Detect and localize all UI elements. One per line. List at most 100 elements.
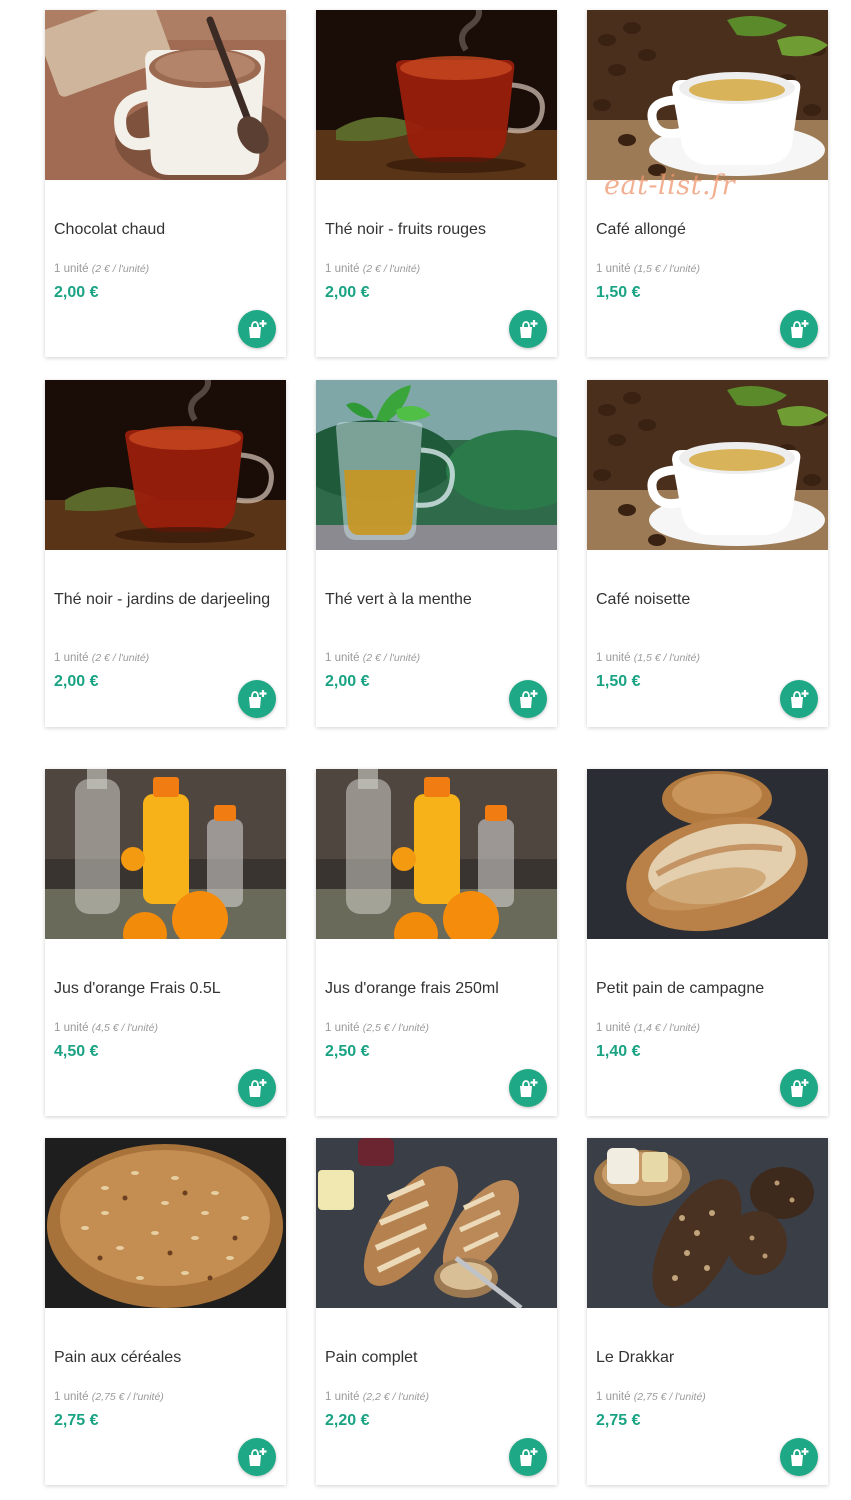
unit-price: (2 € / l'unité) (91, 263, 150, 275)
add-to-cart-button[interactable] (780, 680, 818, 718)
product-unit: 1 unité (2,5 € / l'unité) (325, 1022, 429, 1034)
hot-chocolate-photo (45, 10, 286, 180)
unit-price: (4,5 € / l'unité) (91, 1022, 158, 1034)
unit-count: 1 unité (596, 1022, 631, 1034)
unit-price: (1,5 € / l'unité) (633, 652, 700, 664)
product-card[interactable]: Pain aux céréales 1 unité (2,75 € / l'un… (45, 1138, 286, 1485)
product-grid: Chocolat chaud 1 unité (2 € / l'unité) 2… (0, 0, 851, 1500)
shopping-bag-plus-icon (791, 1079, 809, 1097)
product-card[interactable]: Jus d'orange frais 250ml 1 unité (2,5 € … (316, 769, 557, 1116)
watermark: eat-list.fr (604, 170, 736, 201)
product-name: Thé noir - fruits rouges (325, 221, 486, 238)
add-to-cart-button[interactable] (509, 1438, 547, 1476)
coffee-cup-photo (587, 380, 828, 550)
unit-price: (2 € / l'unité) (91, 652, 150, 664)
product-card[interactable]: Café noisette 1 unité (1,5 € / l'unité) … (587, 380, 828, 727)
cereal-bread-photo (45, 1138, 286, 1308)
unit-count: 1 unité (54, 652, 89, 664)
add-to-cart-button[interactable] (780, 1069, 818, 1107)
unit-count: 1 unité (596, 1391, 631, 1403)
unit-price: (2,75 € / l'unité) (91, 1391, 164, 1403)
product-name: Thé noir - jardins de darjeeling (54, 591, 271, 608)
product-price: 2,75 € (596, 1412, 641, 1429)
mint-tea-photo (316, 380, 557, 550)
product-price: 2,00 € (54, 284, 99, 301)
product-price: 2,20 € (325, 1412, 370, 1429)
unit-count: 1 unité (54, 263, 89, 275)
add-to-cart-button[interactable] (238, 1069, 276, 1107)
product-card[interactable]: Pain complet 1 unité (2,2 € / l'unité) 2… (316, 1138, 557, 1485)
add-to-cart-button[interactable] (238, 680, 276, 718)
product-unit: 1 unité (2,75 € / l'unité) (596, 1391, 706, 1403)
product-card[interactable]: Jus d'orange Frais 0.5L 1 unité (4,5 € /… (45, 769, 286, 1116)
unit-price: (2 € / l'unité) (362, 263, 421, 275)
product-name: Pain aux céréales (54, 1349, 182, 1366)
product-unit: 1 unité (4,5 € / l'unité) (54, 1022, 158, 1034)
product-price: 2,00 € (325, 673, 370, 690)
unit-price: (2,5 € / l'unité) (362, 1022, 429, 1034)
product-card[interactable]: Chocolat chaud 1 unité (2 € / l'unité) 2… (45, 10, 286, 357)
unit-count: 1 unité (54, 1022, 89, 1034)
product-card[interactable]: Thé noir - fruits rouges 1 unité (2 € / … (316, 10, 557, 357)
orange-juice-photo (316, 769, 557, 939)
product-name: Petit pain de campagne (596, 980, 765, 997)
product-unit: 1 unité (2 € / l'unité) (325, 263, 420, 275)
black-tea-photo (45, 380, 286, 550)
product-price: 4,50 € (54, 1043, 99, 1060)
unit-count: 1 unité (54, 1391, 89, 1403)
product-unit: 1 unité (1,5 € / l'unité) (596, 652, 700, 664)
product-unit: 1 unité (2,75 € / l'unité) (54, 1391, 164, 1403)
shopping-bag-plus-icon (520, 320, 538, 338)
shopping-bag-plus-icon (249, 320, 267, 338)
product-card[interactable]: Thé noir - jardins de darjeeling 1 unité… (45, 380, 286, 727)
drakkar-bread-photo (587, 1138, 828, 1308)
product-price: 1,40 € (596, 1043, 641, 1060)
unit-count: 1 unité (325, 1022, 360, 1034)
add-to-cart-button[interactable] (780, 1438, 818, 1476)
add-to-cart-button[interactable] (509, 680, 547, 718)
product-unit: 1 unité (2 € / l'unité) (54, 652, 149, 664)
add-to-cart-button[interactable] (509, 1069, 547, 1107)
add-to-cart-button[interactable] (238, 310, 276, 348)
shopping-bag-plus-icon (249, 1448, 267, 1466)
product-unit: 1 unité (1,4 € / l'unité) (596, 1022, 700, 1034)
add-to-cart-button[interactable] (509, 310, 547, 348)
shopping-bag-plus-icon (249, 1079, 267, 1097)
wholemeal-bread-photo (316, 1138, 557, 1308)
product-unit: 1 unité (2,2 € / l'unité) (325, 1391, 429, 1403)
product-price: 2,00 € (325, 284, 370, 301)
unit-price: (2,75 € / l'unité) (633, 1391, 706, 1403)
unit-count: 1 unité (325, 652, 360, 664)
product-name: Thé vert à la menthe (325, 591, 472, 608)
product-price: 1,50 € (596, 673, 641, 690)
unit-count: 1 unité (596, 263, 631, 275)
product-unit: 1 unité (2 € / l'unité) (325, 652, 420, 664)
unit-price: (2 € / l'unité) (362, 652, 421, 664)
product-price: 2,50 € (325, 1043, 370, 1060)
shopping-bag-plus-icon (520, 1448, 538, 1466)
shopping-bag-plus-icon (249, 690, 267, 708)
product-card[interactable]: Petit pain de campagne 1 unité (1,4 € / … (587, 769, 828, 1116)
product-name: Jus d'orange Frais 0.5L (54, 980, 221, 997)
shopping-bag-plus-icon (791, 1448, 809, 1466)
shopping-bag-plus-icon (520, 690, 538, 708)
product-name: Jus d'orange frais 250ml (325, 980, 499, 997)
product-name: Chocolat chaud (54, 221, 166, 238)
orange-juice-photo (45, 769, 286, 939)
shopping-bag-plus-icon (791, 690, 809, 708)
country-bread-photo (587, 769, 828, 939)
product-name: Café noisette (596, 591, 691, 608)
product-name: Pain complet (325, 1349, 418, 1366)
product-price: 2,00 € (54, 673, 99, 690)
product-unit: 1 unité (2 € / l'unité) (54, 263, 149, 275)
unit-price: (2,2 € / l'unité) (362, 1391, 429, 1403)
add-to-cart-button[interactable] (238, 1438, 276, 1476)
unit-price: (1,5 € / l'unité) (633, 263, 700, 275)
shopping-bag-plus-icon (520, 1079, 538, 1097)
add-to-cart-button[interactable] (780, 310, 818, 348)
product-card[interactable]: Le Drakkar 1 unité (2,75 € / l'unité) 2,… (587, 1138, 828, 1485)
product-name: Café allongé (596, 221, 686, 238)
shopping-bag-plus-icon (791, 320, 809, 338)
unit-count: 1 unité (325, 263, 360, 275)
product-card[interactable]: Thé vert à la menthe 1 unité (2 € / l'un… (316, 380, 557, 727)
